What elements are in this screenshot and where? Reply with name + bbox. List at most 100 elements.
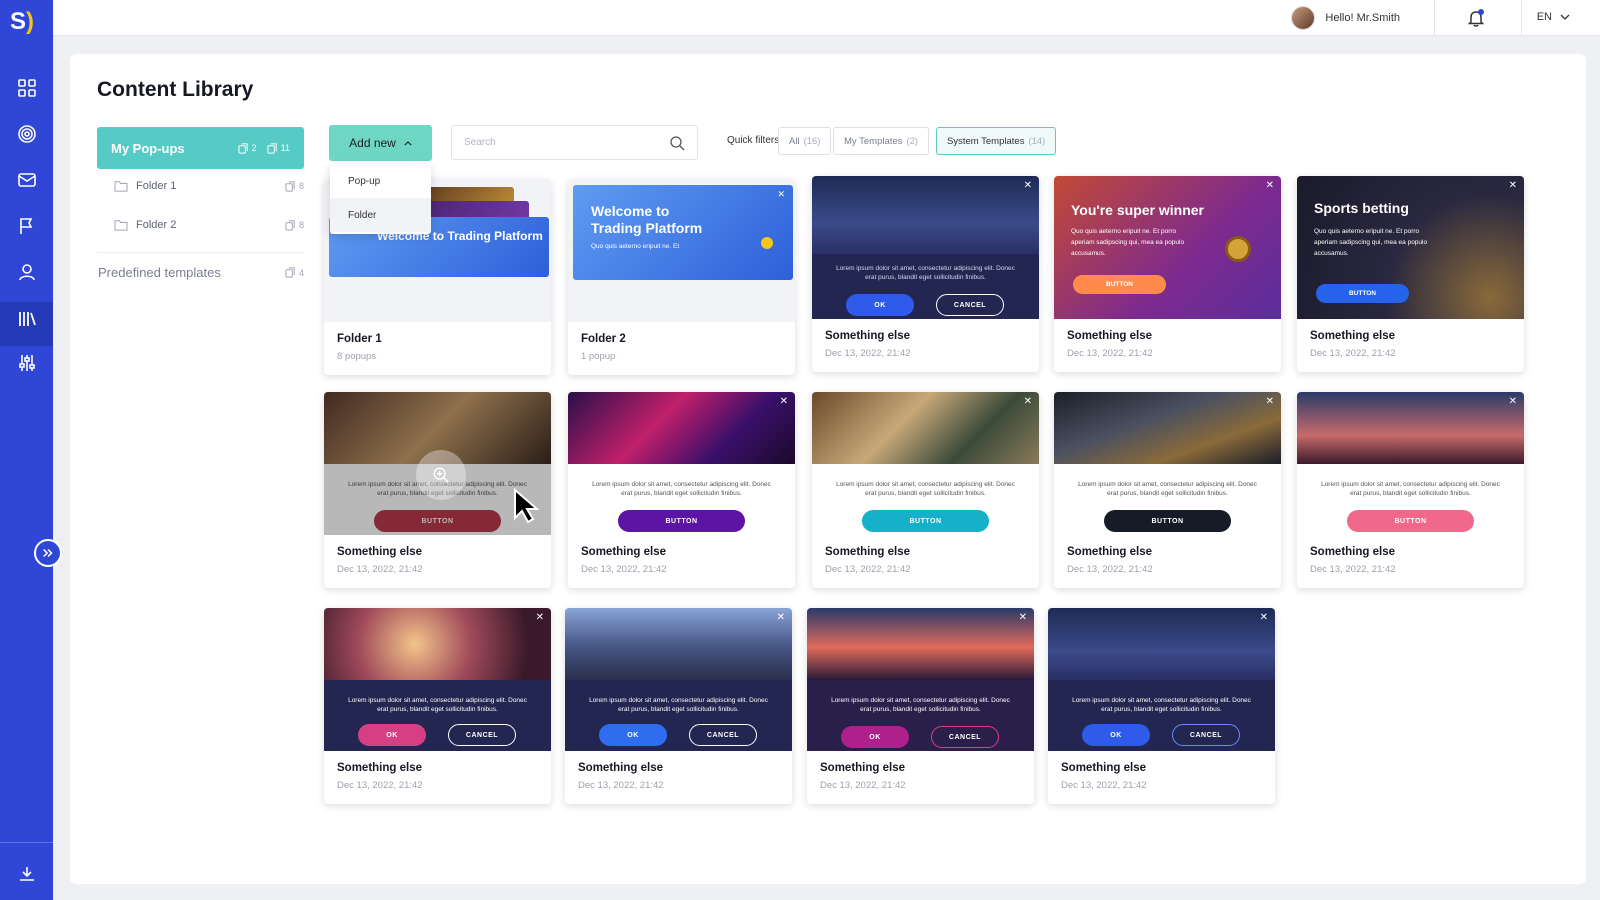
- filter-chip-all[interactable]: All (16): [778, 127, 832, 155]
- card-date: Dec 13, 2022, 21:42: [1310, 564, 1396, 575]
- template-button: BUTTON: [1104, 510, 1231, 532]
- template-text: Lorem ipsum dolor sit amet, consectetur …: [836, 265, 1015, 281]
- card-date: Dec 13, 2022, 21:42: [825, 348, 911, 359]
- copy-icon: [267, 142, 277, 154]
- photo-man-skyscrapers: [565, 608, 792, 680]
- template-thumbnail: You're super winner Quo quis aeterno eri…: [1054, 176, 1281, 319]
- sidebar-footer: [0, 842, 53, 900]
- template-card[interactable]: Lorem ipsum dolor sit amet, consectetur …: [812, 392, 1039, 588]
- library-item-label: My Pop-ups: [111, 140, 185, 156]
- card-date: Dec 13, 2022, 21:42: [581, 564, 667, 575]
- filter-chip-my-templates[interactable]: My Templates (2): [833, 127, 930, 155]
- template-text: Quo quis aeterno eripuit ne. Et porro ap…: [1071, 228, 1185, 257]
- library-icon[interactable]: [14, 306, 40, 332]
- template-card[interactable]: Lorem ipsum dolor sit amet, consectetur …: [568, 392, 795, 588]
- close-icon: ✕: [1259, 612, 1268, 623]
- divider: [97, 252, 304, 253]
- close-icon: ✕: [1265, 396, 1274, 407]
- search-input[interactable]: Search: [451, 125, 698, 160]
- promo-preview: Welcome to Trading Platform Quo quis aete…: [573, 185, 793, 280]
- template-thumbnail: Lorem ipsum dolor sit amet, consectetur …: [565, 608, 792, 751]
- card-title: Something else: [337, 762, 422, 774]
- folder-card[interactable]: Welcome to Trading Platform Quo quis aete…: [568, 179, 795, 375]
- template-thumbnail: Sports betting Quo quis aeterno eripuit …: [1297, 176, 1524, 319]
- template-button: BUTTON: [1347, 510, 1474, 532]
- sliders-icon[interactable]: [14, 350, 40, 376]
- add-new-label: Add new: [349, 136, 396, 150]
- folder-label: Folder 2: [136, 219, 177, 231]
- template-text: Lorem ipsum dolor sit amet, consectetur …: [1072, 697, 1251, 713]
- content-panel: Content Library My Pop-ups 2 11 Folder 1…: [70, 54, 1586, 884]
- card-title: Something else: [337, 546, 422, 558]
- template-cancel-button: CANCEL: [1172, 724, 1240, 746]
- template-card[interactable]: Lorem ipsum dolor sit amet, consectetur …: [1297, 392, 1524, 588]
- template-text: Lorem ipsum dolor sit amet, consectetur …: [1078, 481, 1257, 497]
- template-ok-button: OK: [599, 724, 667, 746]
- card-title: Something else: [1067, 546, 1152, 558]
- template-thumbnail: Lorem ipsum dolor sit amet, consectetur …: [1048, 608, 1275, 751]
- library-item-predefined-templates[interactable]: Predefined templates 4: [98, 265, 304, 280]
- template-card-hovered[interactable]: Lorem ipsum dolor sit amet, consectetur …: [324, 392, 551, 588]
- mail-icon[interactable]: [14, 167, 40, 193]
- language-select[interactable]: EN: [1537, 11, 1570, 23]
- photo-party: [568, 392, 795, 464]
- template-card[interactable]: Lorem ipsum dolor sit amet, consectetur …: [812, 176, 1039, 372]
- template-card[interactable]: Lorem ipsum dolor sit amet, consectetur …: [324, 608, 551, 804]
- filter-chip-system-templates[interactable]: System Templates (14): [936, 127, 1057, 155]
- card-title: Something else: [578, 762, 663, 774]
- user-menu[interactable]: Hello! Mr.Smith: [1291, 6, 1400, 30]
- template-card[interactable]: Lorem ipsum dolor sit amet, consectetur …: [1054, 392, 1281, 588]
- template-card[interactable]: Lorem ipsum dolor sit amet, consectetur …: [807, 608, 1034, 804]
- close-icon: ✕: [777, 189, 785, 199]
- flows-icon[interactable]: [14, 213, 40, 239]
- close-icon: ✕: [1265, 180, 1274, 191]
- target-icon[interactable]: [14, 121, 40, 147]
- download-icon[interactable]: [14, 861, 40, 887]
- template-card[interactable]: You're super winner Quo quis aeterno eri…: [1054, 176, 1281, 372]
- template-card[interactable]: Sports betting Quo quis aeterno eripuit …: [1297, 176, 1524, 372]
- template-thumbnail: Lorem ipsum dolor sit amet, consectetur …: [812, 176, 1039, 319]
- copy-icon: [238, 142, 248, 154]
- zoom-in-icon: [433, 467, 449, 483]
- close-icon: ✕: [535, 612, 544, 623]
- template-card[interactable]: Lorem ipsum dolor sit amet, consectetur …: [1048, 608, 1275, 804]
- search-icon[interactable]: [669, 135, 685, 151]
- template-ok-button: OK: [841, 726, 909, 748]
- card-date: Dec 13, 2022, 21:42: [825, 564, 911, 575]
- library-folder-2[interactable]: Folder 2 8: [114, 214, 304, 236]
- template-button: BUTTON: [1316, 284, 1409, 303]
- language-label: EN: [1536, 11, 1552, 23]
- divider: [1434, 0, 1435, 36]
- card-title: Folder 1: [337, 333, 382, 345]
- menu-item-folder[interactable]: Folder: [330, 198, 431, 232]
- user-greeting: Hello! Mr.Smith: [1325, 12, 1400, 24]
- folder-count: 8: [285, 219, 304, 231]
- template-card[interactable]: Lorem ipsum dolor sit amet, consectetur …: [565, 608, 792, 804]
- template-thumbnail: Lorem ipsum dolor sit amet, consectetur …: [568, 392, 795, 535]
- close-icon: ✕: [779, 396, 788, 407]
- expand-sidebar-button[interactable]: [34, 539, 62, 567]
- add-new-button[interactable]: Add new: [329, 125, 432, 161]
- notifications-button[interactable]: [1466, 8, 1486, 28]
- user-icon[interactable]: [14, 259, 40, 285]
- menu-item-popup[interactable]: Pop-up: [330, 164, 431, 198]
- template-body: [565, 680, 792, 751]
- library-folder-1[interactable]: Folder 1 8: [114, 175, 304, 197]
- promo-title: Welcome to Trading Platform: [591, 203, 703, 236]
- dashboard-icon[interactable]: [14, 75, 40, 101]
- app-logo[interactable]: S): [10, 8, 44, 38]
- card-title: Folder 2: [581, 333, 626, 345]
- photo-skyscrapers: [1054, 392, 1281, 464]
- popups-count: 2: [238, 142, 257, 154]
- template-cancel-button: CANCEL: [689, 724, 757, 746]
- copy-icon: [285, 219, 295, 231]
- library-item-my-popups[interactable]: My Pop-ups 2 11: [97, 127, 304, 169]
- template-button: BUTTON: [1073, 275, 1166, 294]
- card-title: Something else: [1067, 330, 1152, 342]
- card-subtitle: 8 popups: [337, 351, 377, 362]
- close-icon: ✕: [776, 612, 785, 623]
- template-cancel-button: CANCEL: [931, 726, 999, 748]
- card-date: Dec 13, 2022, 21:42: [1310, 348, 1396, 359]
- preview-button[interactable]: [416, 450, 466, 500]
- add-new-menu: Pop-up Folder: [330, 164, 431, 234]
